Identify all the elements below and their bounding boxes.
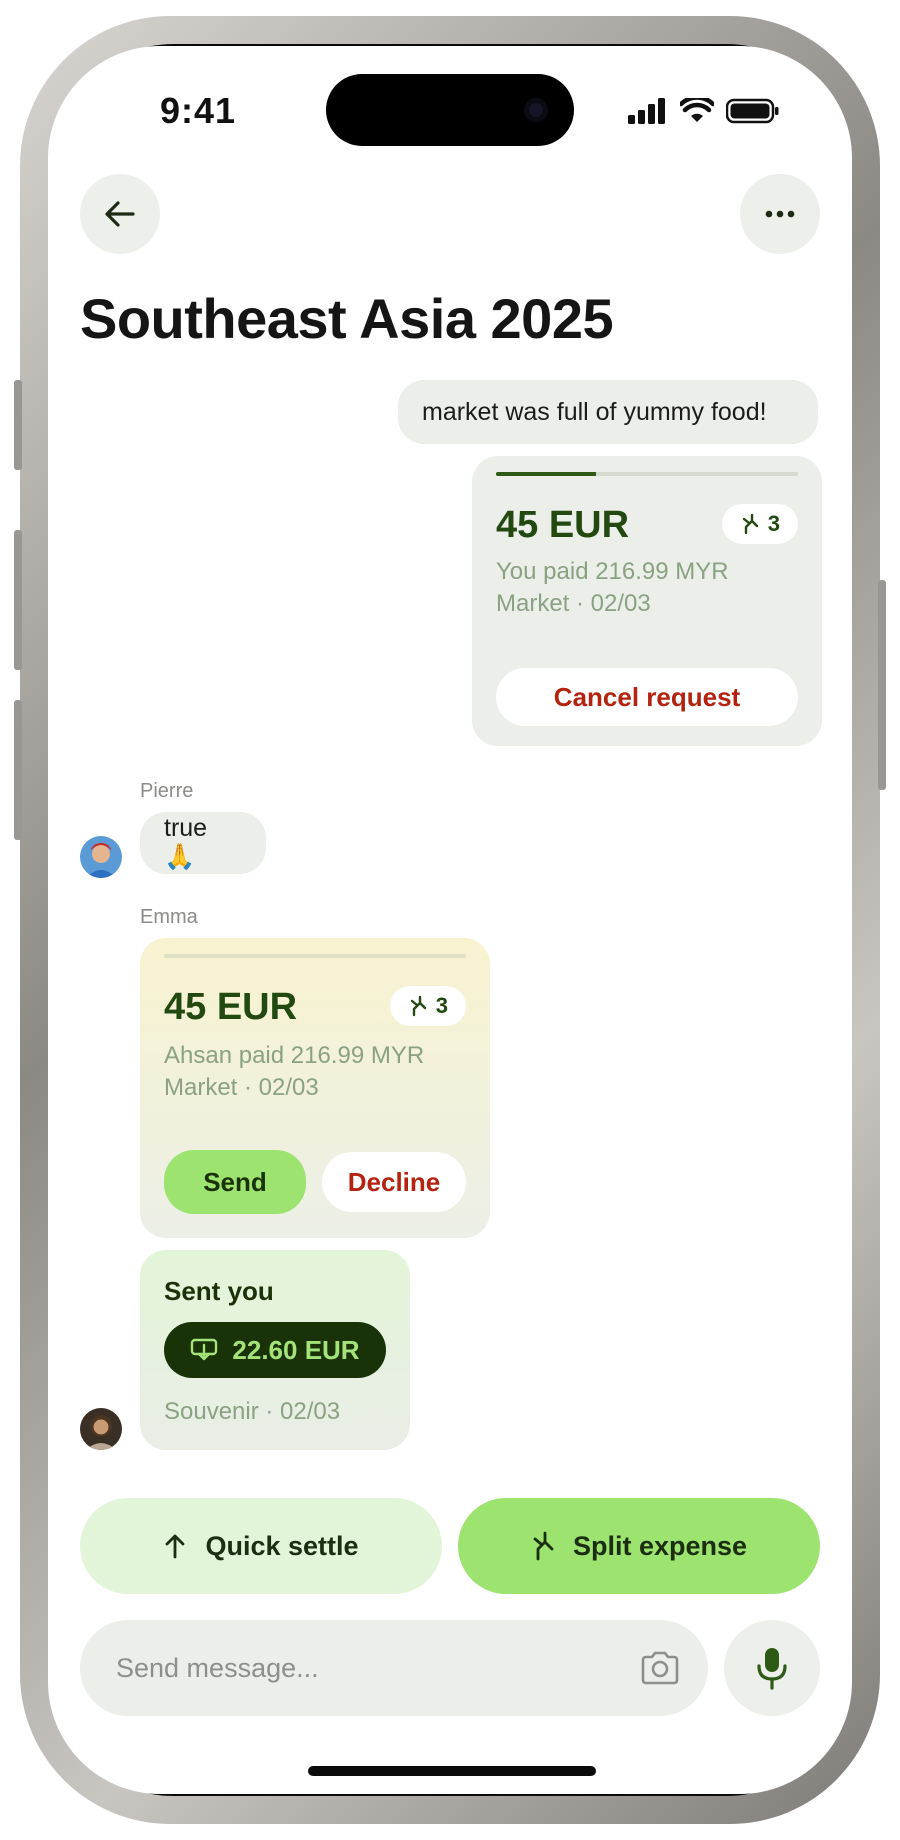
money-received-icon (191, 1338, 218, 1361)
split-count-badge[interactable]: 3 (721, 504, 798, 544)
arrow-left-icon (105, 201, 135, 227)
status-time: 9:41 (160, 90, 237, 131)
split-count: 3 (767, 511, 780, 536)
wifi-icon (680, 98, 714, 122)
message-bubble-incoming[interactable]: true 🙏 (140, 812, 266, 874)
request-payer-line: Ahsan paid 216.99 MYR (164, 1042, 425, 1069)
side-button (14, 700, 22, 840)
request-progress-bar (164, 954, 466, 958)
dynamic-island (326, 74, 574, 146)
sender-name: Pierre (140, 780, 194, 802)
payment-note: Souvenir · 02/03 (164, 1398, 341, 1425)
cellular-signal-icon (628, 98, 665, 124)
home-indicator (308, 1766, 596, 1776)
request-progress-fill (496, 472, 596, 476)
avatar-pierre[interactable] (80, 836, 122, 878)
status-icons (628, 98, 780, 124)
phone-screen: 9:41 Southeast Asia 2025 market was full… (48, 46, 852, 1794)
avatar-emma[interactable] (80, 1408, 122, 1450)
split-icon (533, 1531, 554, 1561)
request-progress-bar (496, 472, 798, 476)
side-button (878, 580, 886, 790)
side-button (14, 530, 22, 670)
payment-amount: 22.60 EUR (232, 1334, 360, 1365)
message-text: market was full of yummy food! (422, 397, 767, 426)
avatar-emma-image (80, 1408, 122, 1450)
arrow-up-icon (166, 1534, 185, 1559)
microphone-icon (757, 1648, 787, 1690)
request-meta-line: Market · 02/03 (496, 590, 651, 617)
cancel-request-button[interactable]: Cancel request (496, 668, 798, 726)
message-composer (80, 1620, 708, 1716)
split-icon (410, 995, 426, 1017)
quick-settle-label: Quick settle (205, 1530, 359, 1561)
voice-message-button[interactable] (724, 1620, 820, 1716)
camera-button[interactable] (636, 1644, 684, 1692)
send-payment-button[interactable]: Send (164, 1150, 306, 1214)
side-button (14, 380, 22, 470)
back-button[interactable] (80, 174, 160, 254)
request-payer-line: You paid 216.99 MYR (496, 558, 729, 585)
battery-icon (726, 98, 779, 124)
expense-request-card-outgoing: 45 EUR 3 You paid 216.99 MYR Market · 02… (472, 456, 822, 746)
request-amount: 45 EUR (496, 504, 630, 546)
split-expense-label: Split expense (572, 1530, 748, 1561)
payment-amount-pill[interactable]: 22.60 EUR (164, 1322, 386, 1378)
payment-heading: Sent you (164, 1276, 274, 1306)
avatar-pierre-image (80, 836, 122, 878)
quick-settle-button[interactable]: Quick settle (80, 1498, 442, 1594)
split-count-badge[interactable]: 3 (389, 986, 466, 1026)
message-text: true 🙏 (164, 814, 208, 871)
camera-lens (524, 98, 548, 122)
split-count: 3 (435, 993, 448, 1018)
payment-received-card: Sent you 22.60 EUR Souvenir · 02/03 (140, 1250, 410, 1450)
message-input[interactable] (116, 1646, 576, 1690)
expense-request-card-incoming: 45 EUR 3 Ahsan paid 216.99 MYR Market · … (140, 938, 490, 1238)
more-horizontal-icon (765, 210, 795, 218)
page-title: Southeast Asia 2025 (80, 287, 614, 350)
camera-icon (641, 1651, 679, 1685)
request-amount: 45 EUR (164, 986, 298, 1028)
message-bubble-outgoing[interactable]: market was full of yummy food! (398, 380, 818, 444)
decline-button[interactable]: Decline (322, 1152, 466, 1212)
request-meta-line: Market · 02/03 (164, 1074, 319, 1101)
split-expense-button[interactable]: Split expense (458, 1498, 820, 1594)
split-icon (742, 513, 758, 535)
more-options-button[interactable] (740, 174, 820, 254)
sender-name: Emma (140, 906, 198, 928)
